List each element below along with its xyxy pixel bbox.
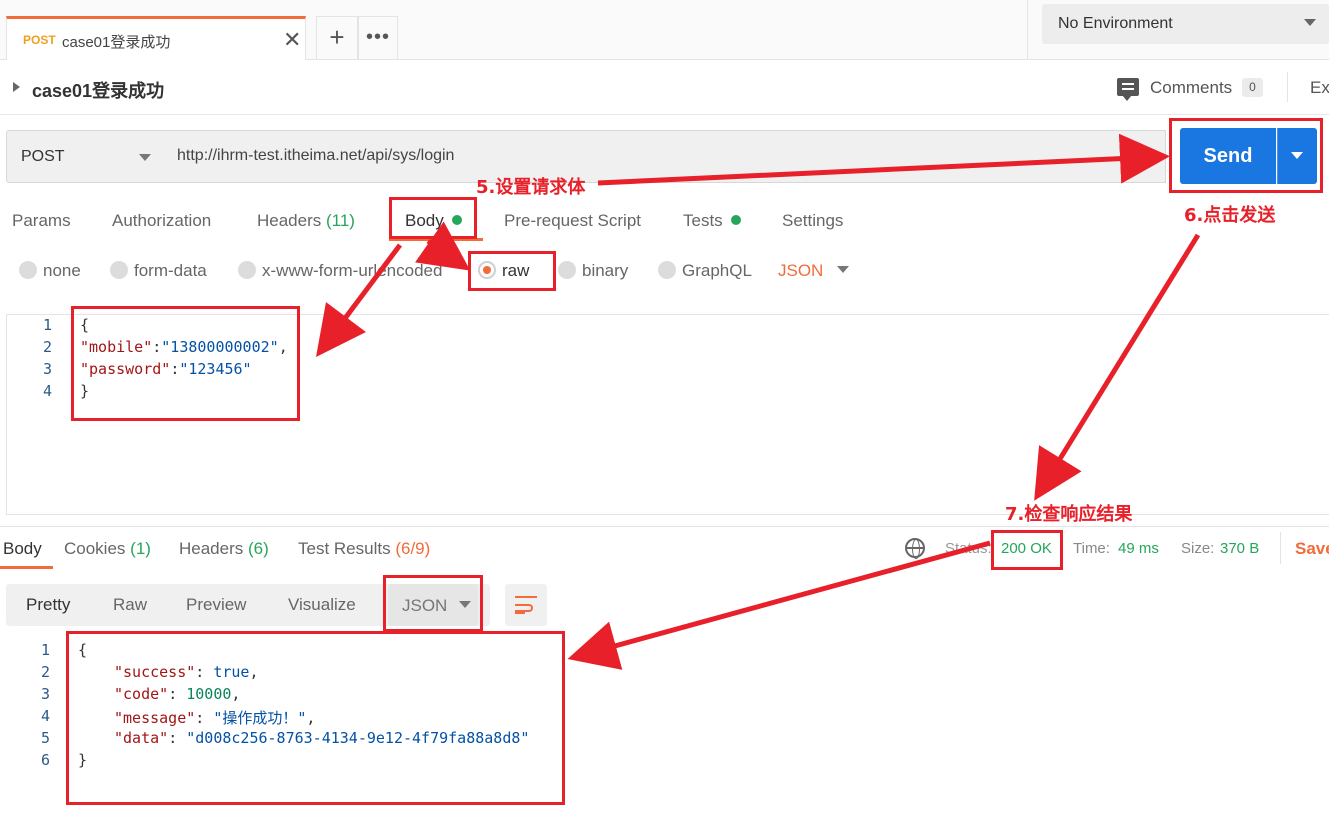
annotation-step5: 5.设置请求体	[476, 177, 586, 198]
arrow-to-send	[597, 133, 1170, 186]
annotation-arrows	[316, 133, 1201, 670]
arrow-to-response	[1034, 233, 1201, 501]
annotation-step7: 7.检查响应结果	[1005, 504, 1133, 525]
arrow-to-request-body	[316, 243, 402, 357]
arrow-to-raw	[414, 221, 471, 271]
annotation-step6: 6.点击发送	[1184, 205, 1276, 226]
arrow-to-response-body	[567, 540, 991, 670]
